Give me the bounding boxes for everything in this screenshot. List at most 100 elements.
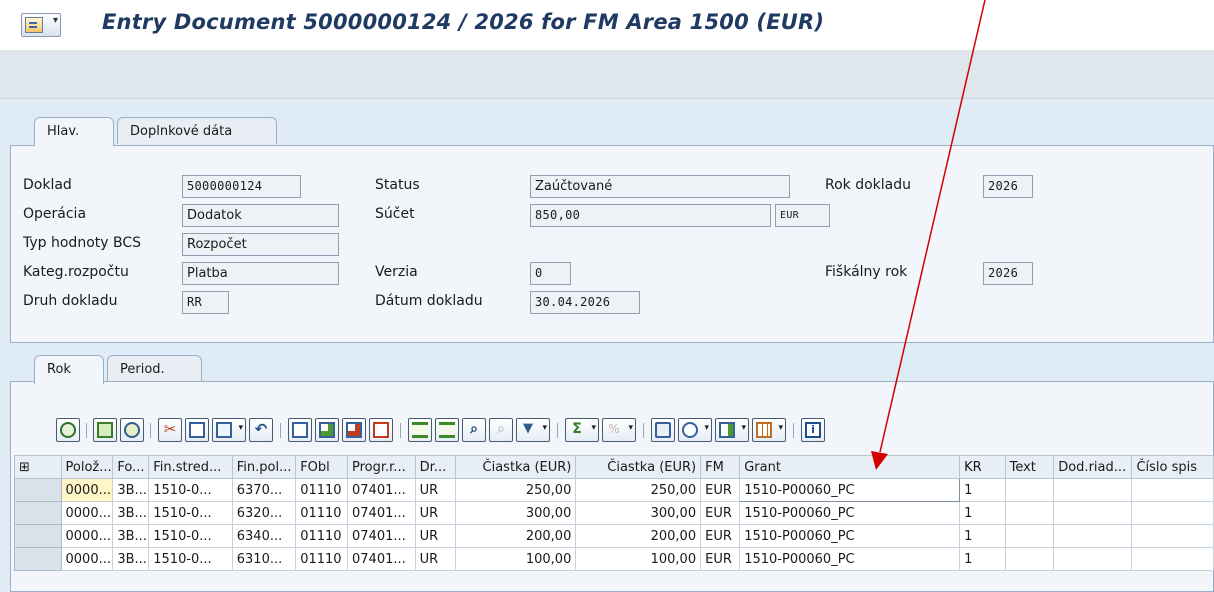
- new-row-button[interactable]: [288, 418, 312, 442]
- table-cell[interactable]: 01110: [295, 524, 348, 548]
- table-cell[interactable]: 1: [959, 501, 1006, 525]
- print-button[interactable]: [651, 418, 675, 442]
- column-header[interactable]: Polož...: [60, 455, 114, 479]
- table-cell[interactable]: UR: [414, 547, 456, 571]
- table-cell[interactable]: [1004, 524, 1055, 548]
- table-cell[interactable]: 0000...: [60, 547, 114, 571]
- table-cell[interactable]: [1053, 524, 1133, 548]
- table-cell[interactable]: 07401...: [347, 478, 416, 502]
- table-cell[interactable]: 6310...: [231, 547, 297, 571]
- table-cell[interactable]: 6370...: [231, 478, 297, 502]
- find-next-button[interactable]: ⌕: [489, 418, 513, 442]
- refresh-button[interactable]: [120, 418, 144, 442]
- copy-button[interactable]: [185, 418, 209, 442]
- find-button[interactable]: ⌕: [462, 418, 486, 442]
- tab-hlav[interactable]: Hlav.: [34, 117, 114, 146]
- paste-button[interactable]: ▾: [212, 418, 246, 442]
- table-cell[interactable]: 01110: [295, 501, 348, 525]
- sucet-field[interactable]: 850,00: [530, 204, 771, 227]
- table-cell[interactable]: [1131, 524, 1214, 548]
- tab-doplnkove-data[interactable]: Doplnkové dáta: [117, 117, 277, 144]
- sort-descending-button[interactable]: [435, 418, 459, 442]
- views-button[interactable]: ▾: [678, 418, 712, 442]
- table-cell[interactable]: [1053, 478, 1133, 502]
- subtotal-button[interactable]: % ▾: [602, 418, 636, 442]
- table-cell[interactable]: 250,00: [454, 478, 577, 502]
- table-cell[interactable]: 0000...: [60, 524, 114, 548]
- column-header[interactable]: Text: [1004, 455, 1055, 479]
- sucet-currency-field[interactable]: EUR: [775, 204, 830, 227]
- layout-button[interactable]: ▾: [752, 418, 786, 442]
- column-header[interactable]: Dr...: [414, 455, 456, 479]
- table-cell[interactable]: [1004, 501, 1055, 525]
- table-cell[interactable]: 1: [959, 478, 1006, 502]
- table-cell[interactable]: 01110: [295, 547, 348, 571]
- table-cell[interactable]: UR: [414, 478, 456, 502]
- row-selector[interactable]: [14, 501, 62, 525]
- table-cell[interactable]: 1510-0...: [148, 547, 233, 571]
- table-cell[interactable]: EUR: [700, 478, 741, 502]
- status-field[interactable]: Zaúčtované: [530, 175, 790, 198]
- table-cell[interactable]: 3B...: [112, 524, 150, 548]
- delete-row-button[interactable]: [342, 418, 366, 442]
- table-cell[interactable]: EUR: [700, 524, 741, 548]
- table-cell[interactable]: 200,00: [575, 524, 702, 548]
- table-cell[interactable]: 1510-0...: [148, 501, 233, 525]
- column-header[interactable]: FObl: [295, 455, 348, 479]
- insert-row-button[interactable]: [315, 418, 339, 442]
- table-cell[interactable]: 300,00: [454, 501, 577, 525]
- table-cell[interactable]: 200,00: [454, 524, 577, 548]
- sum-button[interactable]: Σ ▾: [565, 418, 599, 442]
- column-header[interactable]: Grant: [739, 455, 961, 479]
- typ-hodnoty-field[interactable]: Rozpočet: [182, 233, 339, 256]
- column-header[interactable]: Fo...: [112, 455, 150, 479]
- druh-dokladu-field[interactable]: RR: [182, 291, 229, 314]
- table-cell[interactable]: 3B...: [112, 478, 150, 502]
- verzia-field[interactable]: 0: [530, 262, 571, 285]
- column-header[interactable]: KR: [959, 455, 1006, 479]
- table-cell[interactable]: 100,00: [454, 547, 577, 571]
- column-header[interactable]: FM: [700, 455, 741, 479]
- rok-dokladu-field[interactable]: 2026: [983, 175, 1033, 198]
- undo-button[interactable]: ↶: [249, 418, 273, 442]
- table-cell[interactable]: 0000...: [60, 478, 114, 502]
- operacia-field[interactable]: Dodatok: [182, 204, 339, 227]
- grant-cell[interactable]: 1510-P00060_PC: [739, 524, 961, 548]
- table-cell[interactable]: [1004, 547, 1055, 571]
- tab-period[interactable]: Period.: [107, 355, 202, 382]
- doklad-field[interactable]: 5000000124: [182, 175, 301, 198]
- table-cell[interactable]: [1131, 547, 1214, 571]
- table-cell[interactable]: EUR: [700, 547, 741, 571]
- table-cell[interactable]: [1004, 478, 1055, 502]
- table-cell[interactable]: 1: [959, 547, 1006, 571]
- table-cell[interactable]: 0000...: [60, 501, 114, 525]
- table-cell[interactable]: [1131, 501, 1214, 525]
- table-cell[interactable]: 07401...: [347, 547, 416, 571]
- system-menu-button[interactable]: ▾: [21, 13, 61, 37]
- column-header[interactable]: Číslo spis: [1131, 455, 1214, 479]
- table-cell[interactable]: UR: [414, 501, 456, 525]
- column-header[interactable]: Dod.riad...: [1053, 455, 1133, 479]
- table-cell[interactable]: 3B...: [112, 501, 150, 525]
- sort-ascending-button[interactable]: [408, 418, 432, 442]
- row-selector[interactable]: [14, 524, 62, 548]
- filter-button[interactable]: ▼ ▾: [516, 418, 550, 442]
- datum-dokladu-field[interactable]: 30.04.2026: [530, 291, 640, 314]
- grant-cell[interactable]: 1510-P00060_PC: [739, 547, 961, 571]
- info-button[interactable]: i: [801, 418, 825, 442]
- table-cell[interactable]: 1510-0...: [148, 524, 233, 548]
- row-selector[interactable]: [14, 547, 62, 571]
- table-cell[interactable]: 07401...: [347, 524, 416, 548]
- copy-row-button[interactable]: [369, 418, 393, 442]
- table-cell[interactable]: 6340...: [231, 524, 297, 548]
- column-header[interactable]: Fin.stred...: [148, 455, 233, 479]
- table-cell[interactable]: [1053, 547, 1133, 571]
- select-all-button[interactable]: [93, 418, 117, 442]
- table-cell[interactable]: [1131, 478, 1214, 502]
- table-cell[interactable]: [1053, 501, 1133, 525]
- table-cell[interactable]: 6320...: [231, 501, 297, 525]
- kategoria-field[interactable]: Platba: [182, 262, 339, 285]
- table-cell[interactable]: 07401...: [347, 501, 416, 525]
- column-header[interactable]: Fin.pol...: [231, 455, 297, 479]
- column-header[interactable]: Progr.r...: [347, 455, 416, 479]
